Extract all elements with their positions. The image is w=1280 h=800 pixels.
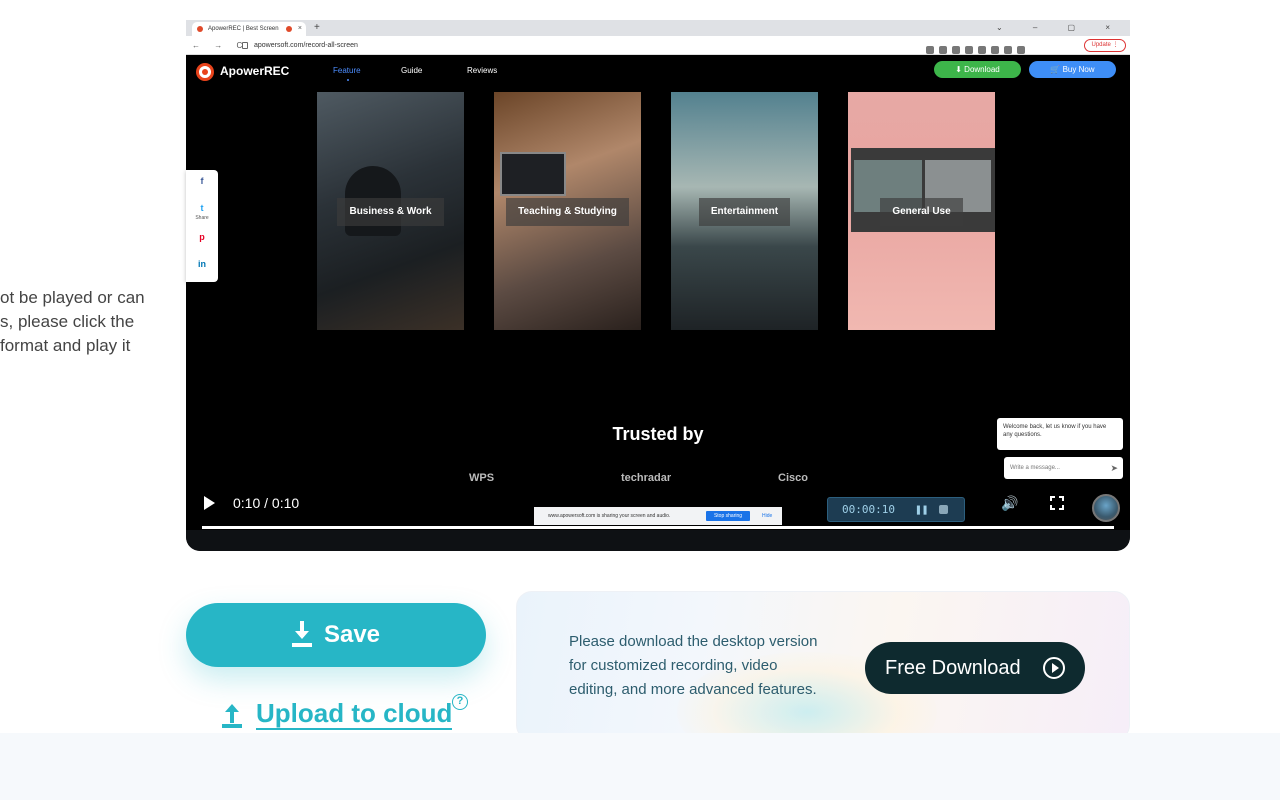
video-player[interactable]: ApowerREC | Best Screen × + ⌄ – ▢ × ← → …	[186, 20, 1130, 551]
left-description-line: s, please click the	[0, 312, 135, 331]
upload-icon	[222, 704, 242, 728]
favicon-icon	[197, 26, 203, 32]
site-logo[interactable]: ApowerREC	[220, 63, 289, 79]
card-teaching-studying[interactable]: Teaching & Studying	[494, 92, 641, 330]
brand-logo-cisco: Cisco	[778, 472, 808, 484]
extension-icon[interactable]	[965, 46, 973, 54]
site-buy-now-button[interactable]: 🛒 Buy Now	[1029, 61, 1116, 78]
play-circle-icon	[1043, 657, 1065, 679]
save-button[interactable]: Save	[186, 603, 486, 667]
upload-label: Upload to cloud	[256, 698, 453, 730]
free-download-label: Free Download	[885, 657, 1021, 679]
extension-icon[interactable]	[1017, 46, 1025, 54]
stop-icon[interactable]	[939, 505, 948, 514]
extension-icon[interactable]	[978, 46, 986, 54]
extension-icon[interactable]	[1004, 46, 1012, 54]
send-icon[interactable]: ➤	[1110, 462, 1118, 474]
recording-icon	[286, 26, 292, 32]
chat-message-input[interactable]: Write a message... ➤	[1004, 457, 1123, 479]
download-icon	[291, 621, 312, 647]
site-header: ApowerREC Feature Guide Reviews ⬇ Downlo…	[186, 55, 1130, 87]
left-description-line: ot be played or can	[0, 288, 145, 307]
window-controls[interactable]: ⌄ – ▢ ×	[996, 20, 1124, 36]
address-bar: ← → C apowersoft.com/record-all-screen U…	[186, 36, 1130, 55]
tab-title: ApowerREC | Best Screen	[208, 26, 279, 32]
twitter-icon[interactable]: t	[186, 202, 218, 214]
left-description: ot be played or can s, please click the …	[0, 286, 170, 358]
free-download-button[interactable]: Free Download	[865, 642, 1085, 694]
url-text: apowersoft.com/record-all-screen	[254, 42, 358, 49]
url-field[interactable]: apowersoft.com/record-all-screen	[234, 39, 994, 52]
extension-icon[interactable]	[926, 46, 934, 54]
promo-description: Please download the desktop version for …	[569, 633, 818, 698]
nav-feature[interactable]: Feature	[333, 66, 361, 81]
brand-logo-techradar: techradar	[621, 472, 672, 484]
card-general-use[interactable]: General Use	[848, 92, 995, 330]
avatar[interactable]	[1092, 494, 1120, 522]
volume-icon[interactable]: 🔊	[1001, 495, 1019, 511]
extension-icon[interactable]	[952, 46, 960, 54]
pause-icon[interactable]: ❚❚	[915, 498, 928, 521]
play-icon[interactable]	[204, 496, 215, 510]
card-business-work[interactable]: Business & Work	[317, 92, 464, 330]
card-label: Business & Work	[337, 198, 444, 226]
tab-close-icon[interactable]: ×	[298, 22, 302, 36]
nav-guide[interactable]: Guide	[401, 66, 422, 76]
os-taskbar	[186, 530, 1130, 551]
recording-timer: 00:00:10 ❚❚	[827, 497, 965, 522]
playback-progress-bar[interactable]	[202, 526, 1114, 529]
fullscreen-icon[interactable]	[1049, 495, 1065, 511]
card-label: Teaching & Studying	[506, 198, 629, 226]
laptop-illustration	[500, 152, 566, 196]
card-entertainment[interactable]: Entertainment	[671, 92, 818, 330]
share-banner-text: www.apowersoft.com is sharing your scree…	[548, 513, 671, 519]
save-label: Save	[323, 621, 381, 648]
left-description-line: format and play it	[0, 336, 131, 355]
update-button[interactable]: Update ⋮	[1084, 39, 1126, 52]
linkedin-icon[interactable]: in	[186, 258, 218, 270]
browser-tab[interactable]: ApowerREC | Best Screen ×	[192, 22, 306, 36]
pinterest-icon[interactable]: p	[186, 231, 218, 243]
share-label: Share	[195, 215, 209, 221]
extension-icon[interactable]	[939, 46, 947, 54]
card-label: Entertainment	[698, 198, 791, 226]
apowerrec-logo-icon	[196, 63, 214, 81]
chat-welcome-message: Welcome back, let us know if you have an…	[997, 418, 1123, 450]
new-tab-icon[interactable]: +	[314, 20, 320, 36]
recording-timer-value: 00:00:10	[842, 503, 895, 516]
social-share-bar: f t Share p in	[186, 170, 218, 282]
facebook-icon[interactable]: f	[186, 175, 218, 187]
lock-icon	[242, 42, 248, 49]
trusted-by-title: Trusted by	[612, 424, 704, 444]
help-icon[interactable]: ?	[452, 694, 468, 710]
brand-logo-wps: WPS	[469, 472, 495, 484]
extension-icon[interactable]	[991, 46, 999, 54]
hide-banner-button[interactable]: Hide	[762, 507, 772, 525]
screen-share-banner: www.apowersoft.com is sharing your scree…	[534, 507, 782, 525]
stop-sharing-button[interactable]: Stop sharing	[706, 511, 750, 521]
chat-input-placeholder: Write a message...	[1010, 465, 1060, 471]
playback-time: 0:10 / 0:10	[233, 495, 300, 511]
site-download-button[interactable]: ⬇ Download	[934, 61, 1021, 78]
card-label: General Use	[880, 198, 963, 226]
browser-tabbar: ApowerREC | Best Screen × + ⌄ – ▢ ×	[186, 20, 1130, 36]
page-footer-band	[0, 733, 1280, 800]
nav-reviews[interactable]: Reviews	[467, 66, 497, 76]
desktop-promo-panel: Please download the desktop version for …	[516, 591, 1130, 741]
